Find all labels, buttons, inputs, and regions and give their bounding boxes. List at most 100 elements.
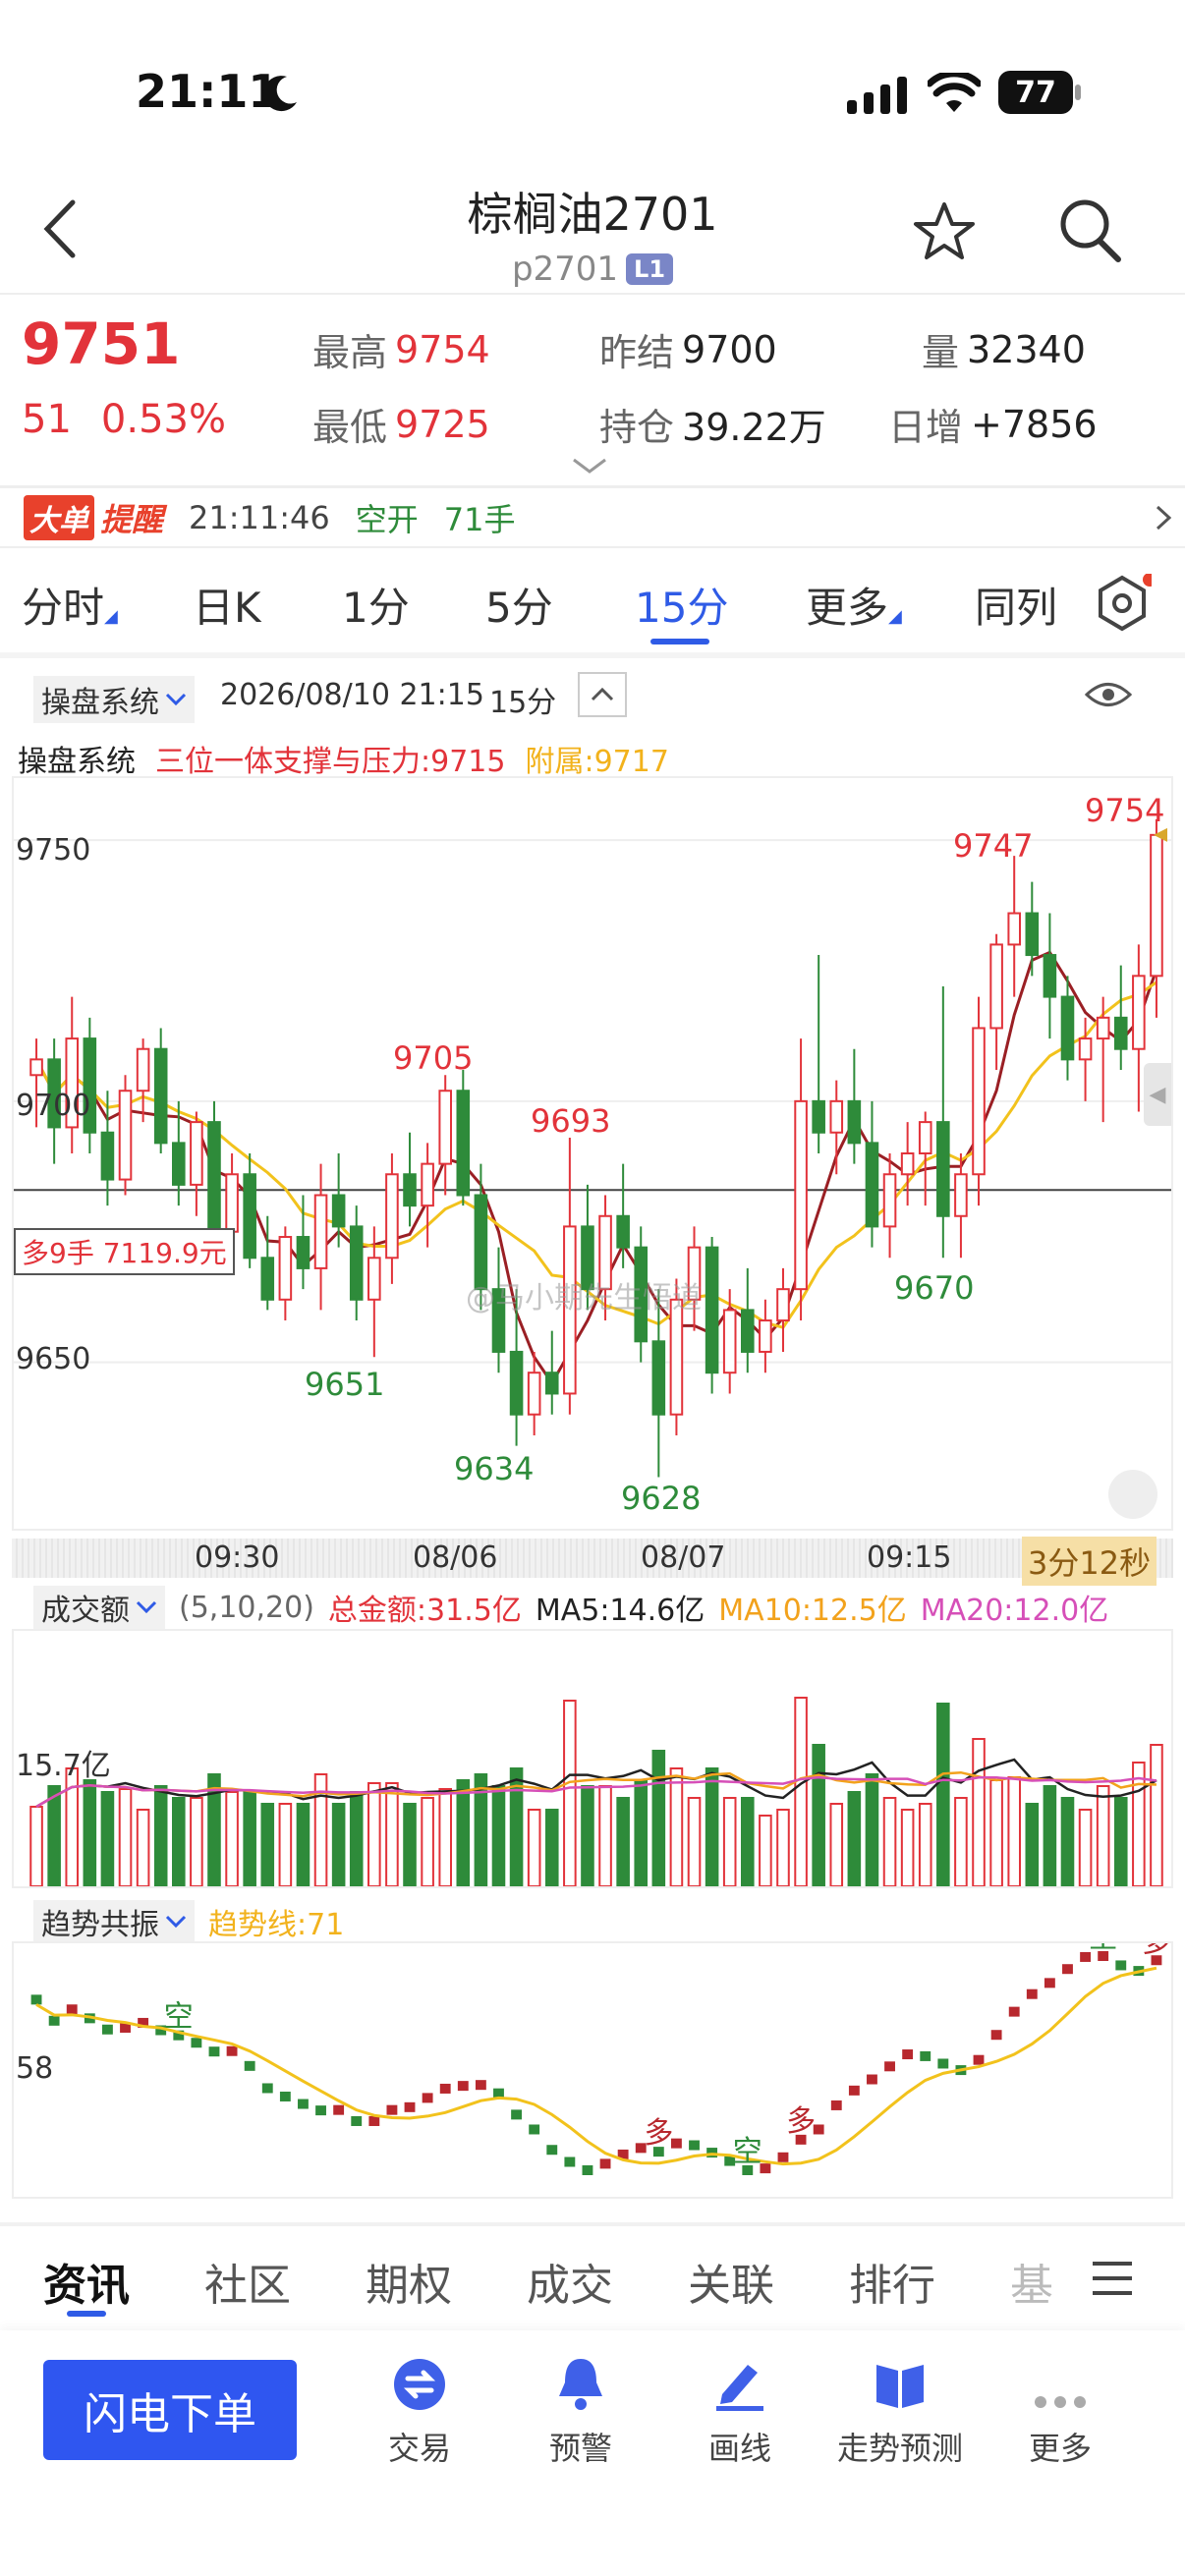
candle	[385, 1153, 399, 1284]
trend-chart[interactable]: 空多空多空多	[12, 1941, 1173, 2199]
prev-settle-stat: 昨结 9700	[599, 322, 777, 376]
tab-5min[interactable]: 5分	[485, 575, 553, 635]
chevron-down-icon	[165, 1915, 187, 1929]
nav-alert[interactable]: 预警	[517, 2353, 645, 2469]
tab-news[interactable]: 资讯	[43, 2250, 130, 2313]
collapse-button[interactable]	[578, 672, 627, 717]
candle	[349, 1205, 364, 1321]
volume-bar	[1096, 1785, 1110, 1886]
favorite-star-button[interactable]	[912, 200, 977, 263]
volume-bar	[847, 1791, 862, 1886]
trend-block	[830, 2100, 842, 2110]
trend-block	[226, 2045, 238, 2056]
trend-block	[422, 2093, 433, 2103]
annot-9628: 9628	[621, 1480, 702, 1517]
candle	[936, 985, 950, 1259]
candle	[1060, 976, 1075, 1081]
volume-bar	[491, 1785, 506, 1886]
candle	[438, 1075, 452, 1196]
candle	[954, 1153, 968, 1259]
nav-more[interactable]: 更多	[996, 2353, 1124, 2469]
alert-lots: 71手	[443, 501, 516, 538]
contract-code: p2701	[511, 250, 619, 289]
volume-ma-line	[35, 1775, 1157, 1809]
moon-icon	[257, 73, 301, 116]
volume-bar	[296, 1803, 310, 1886]
trend-block	[101, 2024, 113, 2035]
trend-legend: 趋势共振 趋势线:71	[33, 1900, 344, 1943]
price-change: 51 0.53%	[22, 397, 226, 442]
volume-bar	[954, 1797, 968, 1886]
high-label: 最高	[312, 331, 388, 374]
tab-fenshi[interactable]: 分时◢	[22, 575, 118, 635]
trend-y-label: 58	[16, 2051, 54, 2086]
volume-bar	[705, 1767, 719, 1886]
volume-select[interactable]: 成交额	[33, 1586, 165, 1629]
oi-value: 39.22万	[682, 406, 826, 449]
fullscreen-button[interactable]	[1108, 1470, 1157, 1519]
big-order-alert[interactable]: 大单 提醒 21:11:46 空开 71手	[24, 493, 1173, 542]
expand-chevron-icon[interactable]	[570, 456, 609, 476]
nav-trend-predict-label: 走势预测	[836, 2430, 963, 2467]
flash-order-button[interactable]: 闪电下单	[43, 2360, 297, 2460]
tab-related[interactable]: 关联	[688, 2250, 774, 2313]
volume-bar	[349, 1791, 364, 1886]
system-select-label: 操盘系统	[41, 686, 159, 720]
annot-9693: 9693	[531, 1102, 611, 1140]
tab-ranking[interactable]: 排行	[849, 2250, 935, 2313]
trend-block	[386, 2104, 398, 2115]
candle	[900, 1122, 915, 1206]
volume-bar	[598, 1785, 612, 1886]
candle	[403, 1132, 417, 1227]
trend-block	[261, 2083, 273, 2094]
search-button[interactable]	[1057, 196, 1122, 265]
tab-15min[interactable]: 15分	[635, 575, 728, 635]
volume-bar	[118, 1788, 133, 1886]
candle	[1150, 818, 1163, 1018]
tab-1min[interactable]: 1分	[342, 575, 410, 635]
candle	[882, 1153, 897, 1259]
trend-block	[333, 2104, 345, 2115]
nav-trade[interactable]: 交易	[356, 2353, 483, 2469]
trend-select[interactable]: 趋势共振	[33, 1900, 195, 1943]
volume-bar	[1007, 1776, 1021, 1886]
tab-options[interactable]: 期权	[366, 2250, 452, 2313]
trend-resonance-chart: 空多空多空多	[30, 1943, 1171, 2175]
tab-trades[interactable]: 成交	[527, 2250, 613, 2313]
volume-bar	[972, 1738, 986, 1886]
x-label-3: 09:15	[867, 1540, 952, 1575]
candle	[65, 996, 80, 1153]
tab-community[interactable]: 社区	[204, 2250, 291, 2313]
volume-chart[interactable]	[12, 1629, 1173, 1888]
tab-more[interactable]: 更多◢	[806, 575, 902, 635]
volume-bar	[651, 1750, 666, 1886]
nav-draw[interactable]: 画线	[676, 2353, 804, 2469]
candle	[1025, 881, 1040, 977]
alert-time: 21:11:46	[189, 499, 330, 536]
volume-bar	[47, 1785, 61, 1886]
nav-trend-predict[interactable]: 走势预测	[827, 2353, 973, 2469]
eye-toggle-button[interactable]	[1085, 680, 1132, 709]
tab-fundamentals[interactable]: 基	[1010, 2250, 1053, 2313]
settings-hexagon-button[interactable]	[1093, 574, 1152, 633]
candlestick-chart[interactable]	[14, 778, 1171, 1529]
main-chart[interactable]	[12, 776, 1173, 1531]
tab-daily-k[interactable]: 日K	[193, 575, 261, 635]
daily-inc-label: 日增	[888, 406, 964, 449]
volume-bar	[581, 1785, 594, 1886]
side-collapse-tab[interactable]: ◀	[1144, 1063, 1171, 1126]
trend-block	[244, 2060, 255, 2071]
trend-select-label: 趋势共振	[41, 1908, 159, 1942]
trend-block	[279, 2091, 291, 2101]
system-select[interactable]: 操盘系统	[33, 676, 195, 723]
menu-icon[interactable]	[1093, 2262, 1132, 2295]
trend-block	[298, 2099, 309, 2109]
volume-bar	[722, 1797, 737, 1886]
volume-params: (5,10,20)	[179, 1590, 314, 1625]
volume-bar	[794, 1697, 808, 1886]
tab-same-column[interactable]: 同列	[975, 575, 1057, 635]
volume-bar	[421, 1797, 434, 1886]
volume-bar	[1043, 1785, 1057, 1886]
prev-settle-value: 9700	[682, 327, 777, 371]
trend-block	[867, 2074, 877, 2085]
